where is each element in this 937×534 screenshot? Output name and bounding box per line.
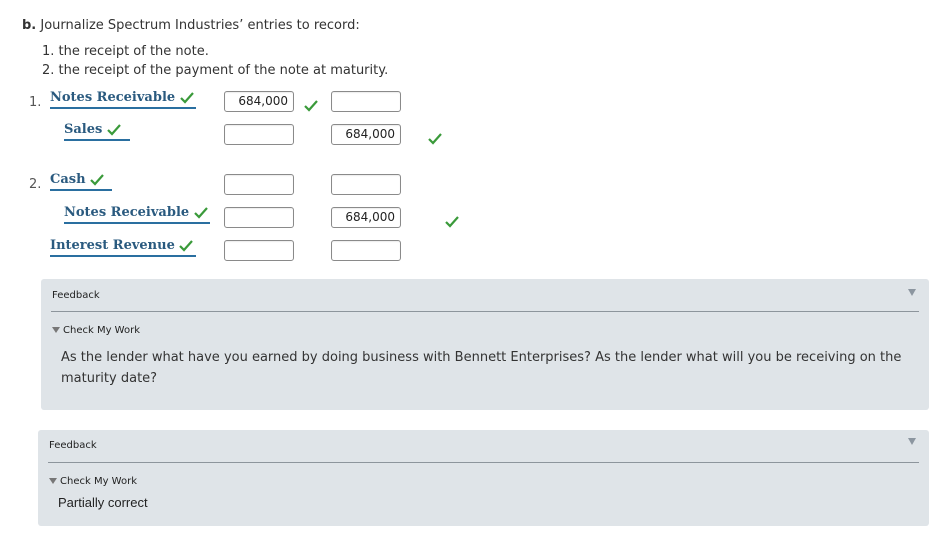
entry2-line3-debit-input[interactable] xyxy=(224,240,294,261)
prompt-text: Journalize Spectrum Industries’ entries … xyxy=(40,18,360,33)
entry2-line2-credit-input[interactable]: 684,000 xyxy=(331,207,401,228)
feedback-message: Partially correct xyxy=(58,495,148,510)
check-my-work-toggle[interactable]: Check My Work xyxy=(49,476,137,487)
entry1-line1-credit-input[interactable] xyxy=(331,91,401,112)
triangle-down-icon[interactable] xyxy=(908,289,916,296)
question-item-1: 1. the receipt of the note. xyxy=(42,44,209,59)
entry2-line3-account-select[interactable]: Interest Revenue xyxy=(50,237,196,257)
entry2-line2-debit-input[interactable] xyxy=(224,207,294,228)
triangle-down-icon[interactable] xyxy=(908,438,916,445)
triangle-down-icon xyxy=(52,327,60,333)
entry1-line2-debit-input[interactable] xyxy=(224,124,294,145)
entry2-line1-credit-input[interactable] xyxy=(331,174,401,195)
entry-number-2: 2. xyxy=(29,177,42,192)
feedback-heading: Feedback xyxy=(52,290,100,301)
account-label: Notes Receivable xyxy=(64,205,190,220)
entry2-line3-credit-input[interactable] xyxy=(331,240,401,261)
entry1-line1-debit-input[interactable]: 684,000 xyxy=(224,91,294,112)
checkmark-icon xyxy=(193,206,208,219)
part-letter: b. xyxy=(22,18,37,33)
entry1-line2-account-select[interactable]: Sales xyxy=(64,121,130,141)
check-my-work-toggle[interactable]: Check My Work xyxy=(52,325,140,336)
entry1-line1-account-select[interactable]: Notes Receivable xyxy=(50,89,196,109)
feedback-panel-2: Feedback Check My Work Partially correct xyxy=(38,430,929,526)
checkmark-icon xyxy=(179,91,194,104)
entry2-line2-account-select[interactable]: Notes Receivable xyxy=(64,204,210,224)
feedback-heading: Feedback xyxy=(49,440,97,451)
entry1-line2-credit-input[interactable]: 684,000 xyxy=(331,124,401,145)
question-item-2: 2. the receipt of the payment of the not… xyxy=(42,63,389,78)
check-my-work-label: Check My Work xyxy=(63,325,140,336)
checkmark-icon xyxy=(90,173,104,186)
triangle-down-icon xyxy=(49,478,57,484)
account-label: Cash xyxy=(50,172,86,187)
feedback-divider xyxy=(51,311,919,312)
feedback-divider xyxy=(48,462,919,463)
account-label: Notes Receivable xyxy=(50,90,176,105)
checkmark-icon xyxy=(304,99,318,112)
entry2-line1-debit-input[interactable] xyxy=(224,174,294,195)
checkmark-icon xyxy=(107,123,121,136)
checkmark-icon xyxy=(428,132,442,145)
checkmark-icon xyxy=(179,239,194,252)
checkmark-icon xyxy=(445,215,460,228)
check-my-work-label: Check My Work xyxy=(60,476,137,487)
entry-number-1: 1. xyxy=(29,95,42,110)
account-label: Interest Revenue xyxy=(50,238,175,253)
feedback-panel-1: Feedback Check My Work As the lender wha… xyxy=(41,279,929,410)
feedback-message: As the lender what have you earned by do… xyxy=(61,350,902,386)
question-prompt: b. Journalize Spectrum Industries’ entri… xyxy=(22,18,360,33)
account-label: Sales xyxy=(64,122,103,137)
entry2-line1-account-select[interactable]: Cash xyxy=(50,171,112,191)
